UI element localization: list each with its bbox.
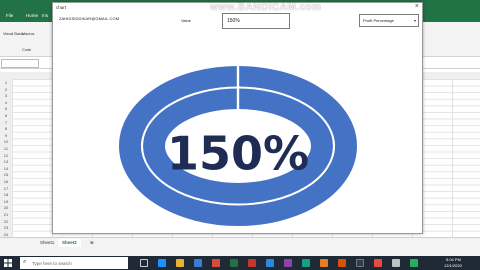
row-number[interactable]: 14 bbox=[1, 166, 11, 171]
taskbar: ⌕ Type here to search 5:04 PM 12/1/2020 bbox=[0, 256, 480, 270]
row-number[interactable]: 4 bbox=[1, 100, 11, 105]
task-view-icon[interactable] bbox=[140, 259, 148, 267]
value-input-text: 150% bbox=[227, 18, 240, 24]
row-number[interactable]: 11 bbox=[1, 146, 11, 151]
excel-icon[interactable] bbox=[230, 259, 238, 267]
email-label: ZAHIDSIDDIKAR@GMAIL.COM bbox=[59, 16, 120, 21]
close-icon[interactable]: × bbox=[415, 3, 419, 10]
gauge-value-label: 150% bbox=[167, 127, 309, 181]
store-icon[interactable] bbox=[194, 259, 202, 267]
row-number[interactable]: 15 bbox=[1, 172, 11, 177]
clock-date[interactable]: 12/1/2020 bbox=[444, 263, 462, 268]
app-icon-3[interactable] bbox=[284, 259, 292, 267]
app-icon-2[interactable] bbox=[266, 259, 274, 267]
row-number[interactable]: 20 bbox=[1, 205, 11, 210]
row-number[interactable]: 12 bbox=[1, 153, 11, 158]
taskbar-search[interactable]: ⌕ Type here to search bbox=[20, 257, 128, 269]
chevron-down-icon[interactable]: ▾ bbox=[414, 18, 416, 23]
row-number[interactable]: 22 bbox=[1, 219, 11, 224]
row-number[interactable]: 5 bbox=[1, 106, 11, 111]
recorder-icon[interactable] bbox=[248, 259, 256, 267]
value-label: Value bbox=[181, 18, 191, 23]
app-icon-4[interactable] bbox=[302, 259, 310, 267]
app-icon-7[interactable] bbox=[356, 259, 364, 267]
app-icon-5[interactable] bbox=[320, 259, 328, 267]
row-number[interactable]: 23 bbox=[1, 225, 11, 230]
chart-dialog: chart × ZAHIDSIDDIKAR@GMAIL.COM Value 15… bbox=[52, 2, 423, 234]
row-number[interactable]: 3 bbox=[1, 93, 11, 98]
macros-button[interactable]: Macros bbox=[22, 32, 34, 36]
row-number[interactable]: 9 bbox=[1, 133, 11, 138]
row-number[interactable]: 19 bbox=[1, 199, 11, 204]
app-icon-6[interactable] bbox=[338, 259, 346, 267]
app-icon[interactable] bbox=[212, 259, 220, 267]
search-placeholder: Type here to search bbox=[32, 261, 72, 266]
status-bar bbox=[0, 247, 480, 256]
sheet-tab-1[interactable]: Sheet1 bbox=[36, 239, 58, 247]
row-number[interactable]: 18 bbox=[1, 192, 11, 197]
app-icon-10[interactable] bbox=[410, 259, 418, 267]
ribbon-group-label: Code bbox=[22, 48, 32, 52]
search-icon: ⌕ bbox=[23, 259, 27, 265]
bandicam-watermark: www.BANDICAM.com bbox=[210, 2, 322, 13]
dialog-title: chart bbox=[56, 5, 67, 10]
app-icon-8[interactable] bbox=[374, 259, 382, 267]
visual-basic-button[interactable]: Visual Basic bbox=[3, 32, 24, 36]
app-icon-9[interactable] bbox=[392, 259, 400, 267]
name-box[interactable] bbox=[1, 59, 39, 68]
row-number[interactable]: 2 bbox=[1, 87, 11, 92]
row-number[interactable]: 1 bbox=[1, 80, 11, 85]
row-number[interactable]: 17 bbox=[1, 186, 11, 191]
row-number[interactable]: 10 bbox=[1, 139, 11, 144]
windows-start-icon[interactable] bbox=[4, 259, 12, 267]
add-sheet-icon[interactable]: ⊕ bbox=[86, 239, 98, 247]
metric-dropdown-value: Profit Percentage bbox=[363, 18, 394, 23]
browser-icon[interactable] bbox=[158, 259, 166, 267]
tab-insert[interactable]: Ins bbox=[42, 13, 48, 18]
tab-file[interactable]: File bbox=[6, 13, 13, 18]
row-number[interactable]: 6 bbox=[1, 113, 11, 118]
tab-home[interactable]: Home bbox=[26, 13, 38, 18]
row-number[interactable]: 13 bbox=[1, 159, 11, 164]
metric-dropdown[interactable]: Profit Percentage ▾ bbox=[359, 14, 419, 27]
file-explorer-icon[interactable] bbox=[176, 259, 184, 267]
row-number[interactable]: 16 bbox=[1, 179, 11, 184]
value-input[interactable]: 150% bbox=[222, 13, 290, 29]
row-number[interactable]: 7 bbox=[1, 120, 11, 125]
clock-time[interactable]: 5:04 PM bbox=[446, 257, 461, 262]
gauge-split-mark bbox=[236, 64, 240, 110]
doughnut-gauge: 150% bbox=[119, 64, 357, 226]
row-number[interactable]: 21 bbox=[1, 212, 11, 217]
row-number[interactable]: 8 bbox=[1, 126, 11, 131]
